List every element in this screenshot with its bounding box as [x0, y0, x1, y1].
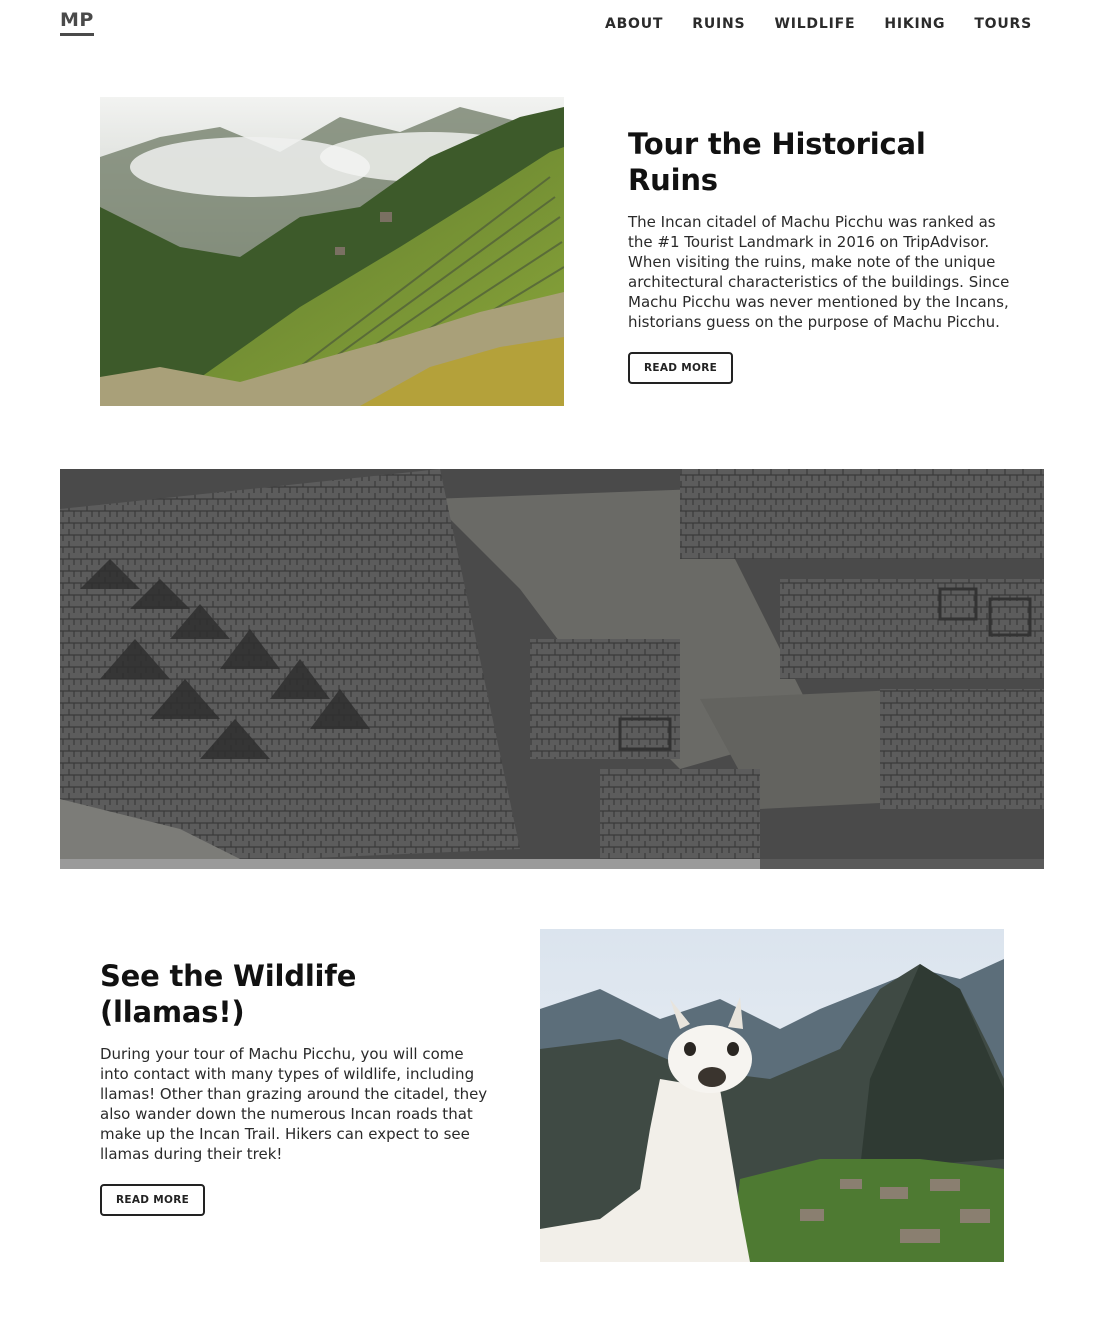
wildlife-section: See the Wildlife (llamas!) During your t… [100, 958, 490, 1216]
ruins-terraces-photo [100, 97, 564, 406]
ruins-read-more-button[interactable]: READ MORE [628, 352, 734, 384]
citadel-banner-photo [60, 469, 1044, 869]
wildlife-title: See the Wildlife (llamas!) [100, 959, 357, 1029]
wildlife-read-more-button[interactable]: READ MORE [100, 1184, 206, 1216]
nav-about[interactable]: ABOUT [605, 15, 663, 33]
wildlife-description: During your tour of Machu Picchu, you wi… [100, 1045, 488, 1163]
main-nav: ABOUT RUINS WILDLIFE HIKING TOURS [605, 15, 1032, 33]
nav-hiking[interactable]: HIKING [884, 15, 945, 33]
nav-ruins[interactable]: RUINS [692, 15, 745, 33]
nav-wildlife[interactable]: WILDLIFE [774, 15, 855, 33]
ruins-description: The Incan citadel of Machu Picchu was ra… [628, 213, 1010, 331]
ruins-title: Tour the Historical Ruins [628, 127, 926, 197]
site-logo[interactable]: MP [60, 10, 94, 36]
ruins-section: Tour the Historical Ruins The Incan cita… [628, 126, 1018, 384]
nav-tours[interactable]: TOURS [974, 15, 1032, 33]
llama-photo [540, 929, 1004, 1262]
